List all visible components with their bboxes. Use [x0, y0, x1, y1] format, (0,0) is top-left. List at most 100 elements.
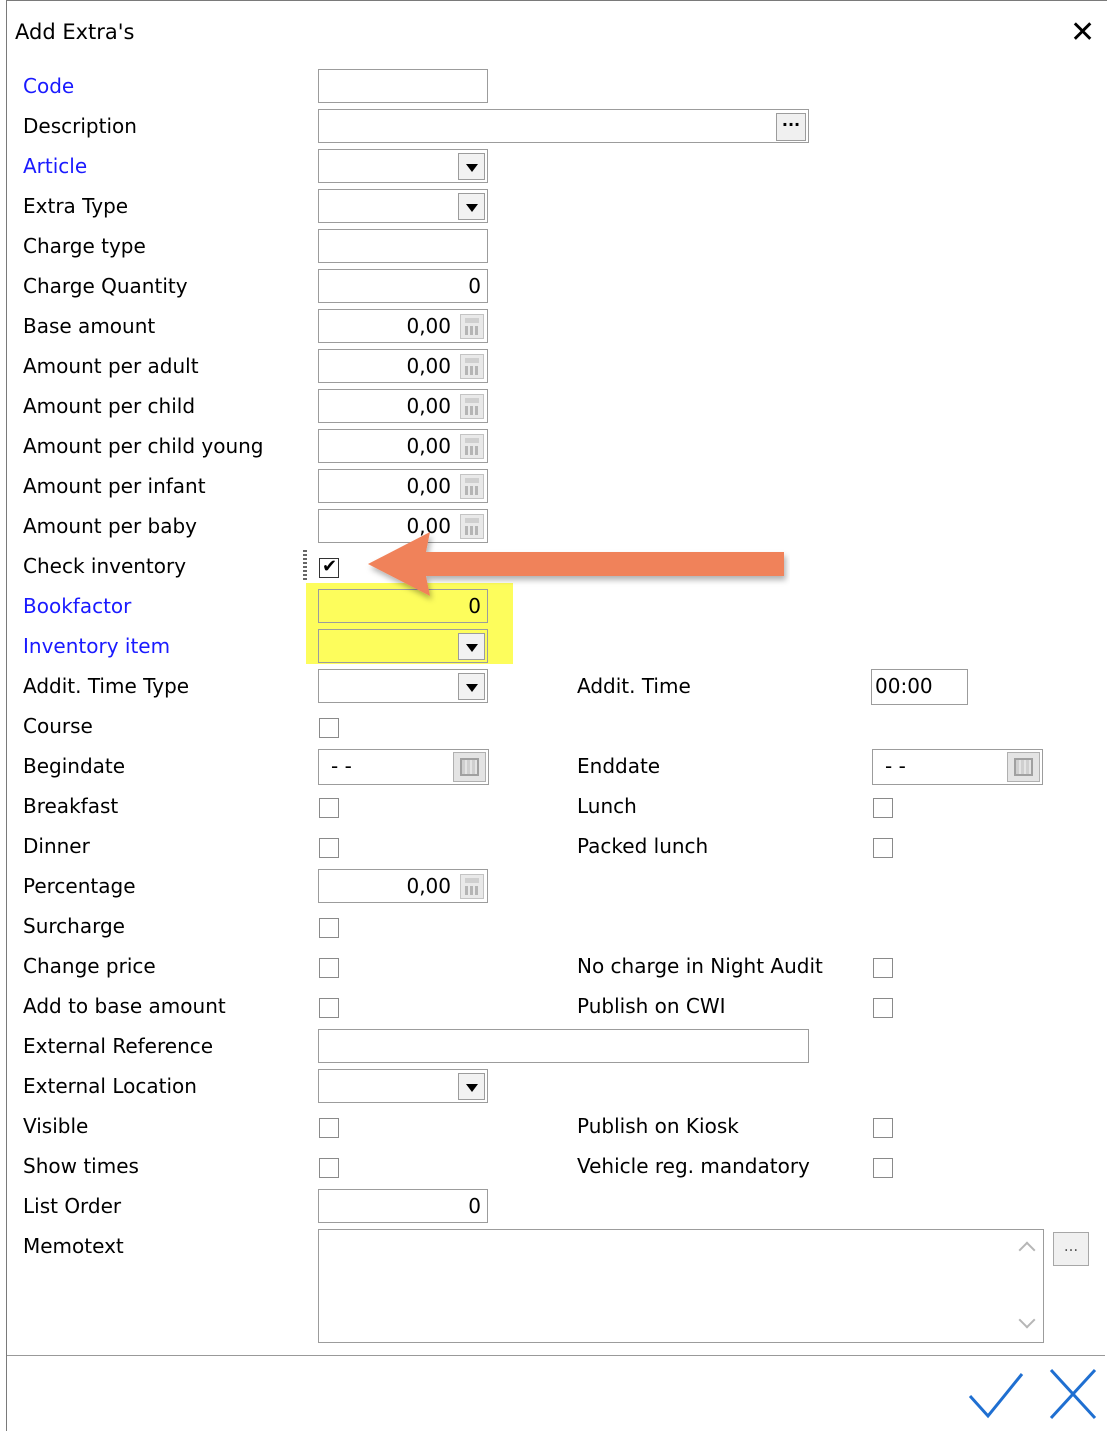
publish-on-kiosk-checkbox[interactable]: [873, 1118, 893, 1138]
publish-on-cwi-checkbox[interactable]: [873, 998, 893, 1018]
enddate-value: - -: [885, 754, 906, 778]
check-inventory-checkbox[interactable]: ✔: [319, 556, 339, 578]
description-input[interactable]: ···: [318, 109, 809, 143]
calculator-icon[interactable]: [460, 434, 484, 459]
charge-quantity-input[interactable]: 0: [318, 269, 488, 303]
code-input[interactable]: [318, 69, 488, 103]
label-amount-per-adult: Amount per adult: [23, 354, 199, 378]
dinner-checkbox[interactable]: [319, 838, 339, 858]
article-select[interactable]: [318, 149, 488, 183]
extra-type-select[interactable]: [318, 189, 488, 223]
inventory-item-select[interactable]: [318, 629, 488, 663]
label-amount-per-infant: Amount per infant: [23, 474, 206, 498]
label-addit-time-type: Addit. Time Type: [23, 674, 190, 698]
label-enddate: Enddate: [577, 754, 661, 778]
label-publish-on-cwi: Publish on CWI: [577, 994, 726, 1018]
external-location-select[interactable]: [318, 1069, 488, 1103]
label-bookfactor: Bookfactor: [23, 594, 132, 618]
show-times-checkbox[interactable]: [319, 1158, 339, 1178]
label-check-inventory: Check inventory: [23, 554, 187, 578]
begindate-value: - -: [331, 754, 352, 778]
label-amount-per-child: Amount per child: [23, 394, 196, 418]
label-amount-per-child-young: Amount per child young: [23, 434, 264, 458]
no-charge-night-audit-checkbox[interactable]: [873, 958, 893, 978]
dropdown-arrow-icon[interactable]: [458, 633, 485, 660]
percentage-input[interactable]: 0,00: [318, 869, 488, 903]
surcharge-checkbox[interactable]: [319, 918, 339, 938]
label-description: Description: [23, 114, 137, 138]
calculator-icon[interactable]: [460, 474, 484, 499]
label-show-times: Show times: [23, 1154, 139, 1178]
label-surcharge: Surcharge: [23, 914, 125, 938]
label-memotext: Memotext: [23, 1234, 124, 1258]
label-charge-quantity: Charge Quantity: [23, 274, 188, 298]
lunch-checkbox[interactable]: [873, 798, 893, 818]
label-no-charge-night-audit: No charge in Night Audit: [577, 954, 823, 978]
label-list-order: List Order: [23, 1194, 122, 1218]
course-checkbox[interactable]: [319, 718, 339, 738]
amount-per-adult-input[interactable]: 0,00: [318, 349, 488, 383]
label-packed-lunch: Packed lunch: [577, 834, 709, 858]
label-lunch: Lunch: [577, 794, 637, 818]
dropdown-arrow-icon[interactable]: [458, 673, 485, 700]
checkmark-icon: ✔: [322, 556, 338, 577]
calculator-icon[interactable]: [460, 354, 484, 379]
visible-checkbox[interactable]: [319, 1118, 339, 1138]
label-charge-type: Charge type: [23, 234, 146, 258]
memo-scrollbar[interactable]: [1015, 1230, 1043, 1342]
memo-ellipsis-button[interactable]: ...: [1053, 1232, 1089, 1266]
calendar-icon[interactable]: [453, 752, 486, 782]
memotext-input[interactable]: [318, 1229, 1044, 1343]
dropdown-arrow-icon[interactable]: [458, 193, 485, 220]
addit-time-type-select[interactable]: [318, 669, 488, 703]
footer-divider: [7, 1355, 1105, 1356]
base-amount-input[interactable]: 0,00: [318, 309, 488, 343]
dialog-title: Add Extra's: [15, 20, 135, 44]
label-add-to-base-amount: Add to base amount: [23, 994, 226, 1018]
label-vehicle-reg-mandatory: Vehicle reg. mandatory: [577, 1154, 810, 1178]
packed-lunch-checkbox[interactable]: [873, 838, 893, 858]
label-course: Course: [23, 714, 93, 738]
calculator-icon[interactable]: [460, 874, 484, 899]
breakfast-checkbox[interactable]: [319, 798, 339, 818]
calculator-icon[interactable]: [460, 314, 484, 339]
calculator-icon[interactable]: [460, 394, 484, 419]
amount-per-infant-input[interactable]: 0,00: [318, 469, 488, 503]
label-article: Article: [23, 154, 88, 178]
cancel-icon[interactable]: [1046, 1366, 1100, 1422]
description-ellipsis-button[interactable]: ···: [776, 113, 806, 141]
amount-per-child-input[interactable]: 0,00: [318, 389, 488, 423]
label-addit-time: Addit. Time: [577, 674, 691, 698]
scroll-up-icon[interactable]: [1018, 1241, 1036, 1259]
enddate-input[interactable]: - -: [872, 749, 1043, 785]
label-breakfast: Breakfast: [23, 794, 119, 818]
label-publish-on-kiosk: Publish on Kiosk: [577, 1114, 739, 1138]
begindate-input[interactable]: - -: [318, 749, 489, 785]
charge-type-input[interactable]: [318, 229, 488, 263]
add-to-base-amount-checkbox[interactable]: [319, 998, 339, 1018]
addit-time-input[interactable]: 00:00: [871, 669, 968, 705]
list-order-input[interactable]: 0: [318, 1189, 488, 1223]
label-change-price: Change price: [23, 954, 156, 978]
label-percentage: Percentage: [23, 874, 136, 898]
label-amount-per-baby: Amount per baby: [23, 514, 198, 538]
scroll-down-icon[interactable]: [1018, 1311, 1036, 1329]
dialog-window: [6, 0, 1107, 1431]
label-external-reference: External Reference: [23, 1034, 214, 1058]
label-code: Code: [23, 74, 75, 98]
label-begindate: Begindate: [23, 754, 126, 778]
external-reference-input[interactable]: [318, 1029, 809, 1063]
label-visible: Visible: [23, 1114, 89, 1138]
confirm-icon[interactable]: [966, 1368, 1026, 1423]
calendar-icon[interactable]: [1007, 752, 1040, 782]
label-extra-type: Extra Type: [23, 194, 129, 218]
amount-per-child-young-input[interactable]: 0,00: [318, 429, 488, 463]
label-dinner: Dinner: [23, 834, 90, 858]
vehicle-reg-mandatory-checkbox[interactable]: [873, 1158, 893, 1178]
drag-grip: [303, 550, 307, 582]
label-inventory-item: Inventory item: [23, 634, 171, 658]
close-icon[interactable]: ✕: [1070, 18, 1095, 48]
dropdown-arrow-icon[interactable]: [458, 153, 485, 180]
dropdown-arrow-icon[interactable]: [458, 1073, 485, 1100]
change-price-checkbox[interactable]: [319, 958, 339, 978]
